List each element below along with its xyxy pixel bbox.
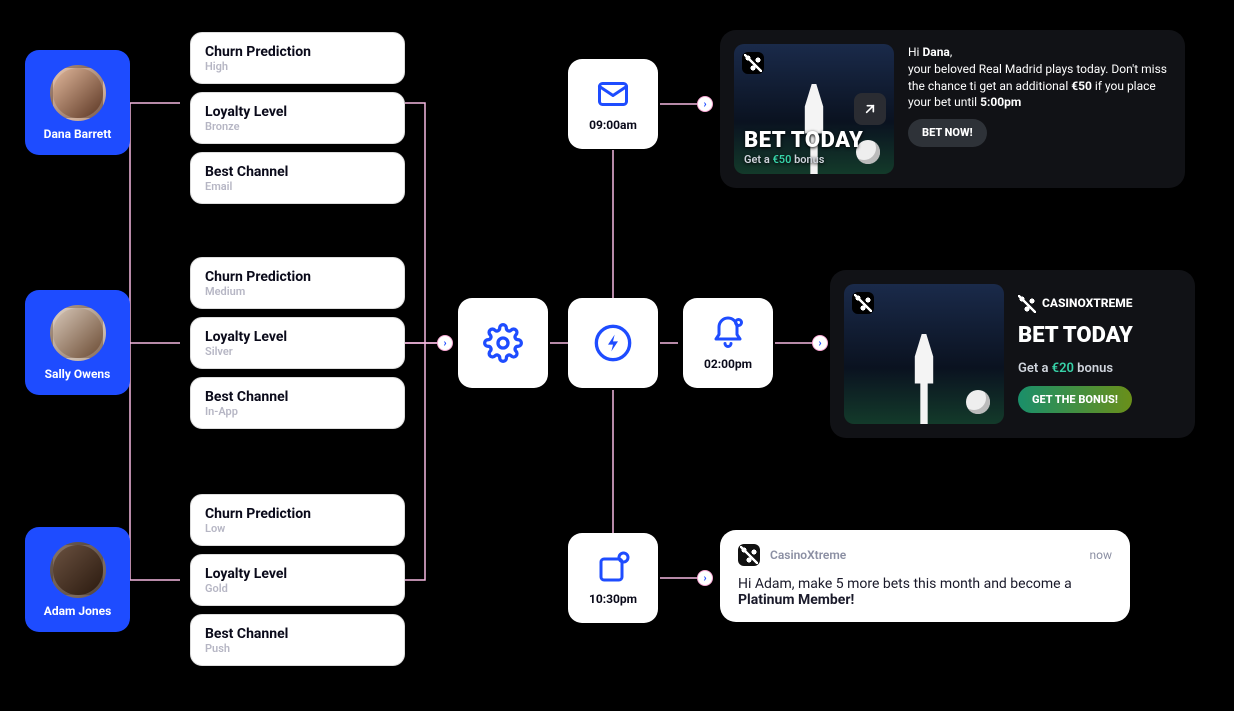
attr-title: Churn Prediction — [205, 44, 390, 60]
bell-icon — [710, 315, 746, 351]
promo-image: BET TODAY Get a €50 bonus — [734, 44, 894, 174]
brand-label: CASINOXTREME — [1018, 295, 1133, 313]
attr-value: Medium — [205, 285, 390, 298]
trigger-node[interactable] — [568, 298, 658, 388]
attr-title: Loyalty Level — [205, 104, 390, 120]
attr-pill: Best Channel Push — [190, 614, 405, 666]
bet-now-button[interactable]: BET NOW! — [908, 119, 987, 146]
inapp-channel-node[interactable]: 02:00pm — [683, 298, 773, 388]
push-preview-card: CasinoXtreme now Hi Adam, make 5 more be… — [720, 530, 1130, 622]
email-preview-card: BET TODAY Get a €50 bonus Hi Dana, your … — [720, 30, 1185, 188]
promo-body-text: Hi Dana, your beloved Real Madrid plays … — [908, 44, 1171, 111]
open-external-button[interactable] — [854, 93, 886, 125]
attr-value: Gold — [205, 582, 390, 595]
attr-pill: Churn Prediction Medium — [190, 257, 405, 309]
push-icon — [595, 550, 631, 586]
arrow-up-right-icon — [862, 101, 878, 117]
push-when: now — [1090, 548, 1113, 562]
avatar — [50, 65, 106, 121]
push-from: CasinoXtreme — [770, 548, 1080, 562]
attr-pill: Churn Prediction Low — [190, 494, 405, 546]
promo-subhead: Get a €50 bonus — [744, 153, 884, 166]
user-card-dana[interactable]: Dana Barrett — [25, 50, 130, 155]
brand-icon — [852, 292, 874, 314]
settings-node[interactable] — [458, 298, 548, 388]
attr-pill: Loyalty Level Bronze — [190, 92, 405, 144]
avatar — [50, 542, 106, 598]
attr-pill: Best Channel In-App — [190, 377, 405, 429]
attr-pill: Loyalty Level Gold — [190, 554, 405, 606]
app-icon — [738, 544, 760, 566]
attr-value: Bronze — [205, 120, 390, 133]
attr-pill: Best Channel Email — [190, 152, 405, 204]
get-bonus-button[interactable]: GET THE BONUS! — [1018, 386, 1132, 413]
attr-title: Best Channel — [205, 626, 390, 642]
push-text: Hi Adam, make 5 more bets this month and… — [738, 576, 1112, 608]
promo-headline: BET TODAY — [1018, 321, 1133, 352]
attr-value: Email — [205, 180, 390, 193]
promo-image — [844, 284, 1004, 424]
channel-time: 09:00am — [589, 118, 637, 132]
attr-title: Loyalty Level — [205, 329, 390, 345]
attr-title: Churn Prediction — [205, 506, 390, 522]
attr-value: In-App — [205, 405, 390, 418]
brand-icon — [742, 52, 764, 74]
attr-pill: Churn Prediction High — [190, 32, 405, 84]
attr-title: Churn Prediction — [205, 269, 390, 285]
channel-time: 10:30pm — [589, 592, 637, 606]
user-card-adam[interactable]: Adam Jones — [25, 527, 130, 632]
email-channel-node[interactable]: 09:00am — [568, 59, 658, 149]
attr-pill: Loyalty Level Silver — [190, 317, 405, 369]
attr-value: Low — [205, 522, 390, 535]
attr-value: High — [205, 60, 390, 73]
user-name: Dana Barrett — [44, 127, 112, 141]
mail-icon — [595, 76, 631, 112]
inapp-preview-card: CASINOXTREME BET TODAY Get a €20 bonus G… — [830, 270, 1195, 438]
attr-title: Loyalty Level — [205, 566, 390, 582]
channel-time: 02:00pm — [704, 357, 752, 371]
user-name: Adam Jones — [44, 604, 111, 618]
promo-headline: BET TODAY — [744, 128, 884, 153]
avatar — [50, 305, 106, 361]
attr-title: Best Channel — [205, 389, 390, 405]
attr-title: Best Channel — [205, 164, 390, 180]
push-channel-node[interactable]: 10:30pm — [568, 533, 658, 623]
promo-subhead: Get a €20 bonus — [1018, 360, 1133, 378]
user-card-sally[interactable]: Sally Owens — [25, 290, 130, 395]
gear-icon — [483, 323, 523, 363]
user-name: Sally Owens — [45, 367, 111, 381]
attr-value: Silver — [205, 345, 390, 358]
attr-value: Push — [205, 642, 390, 655]
bolt-icon — [593, 323, 633, 363]
